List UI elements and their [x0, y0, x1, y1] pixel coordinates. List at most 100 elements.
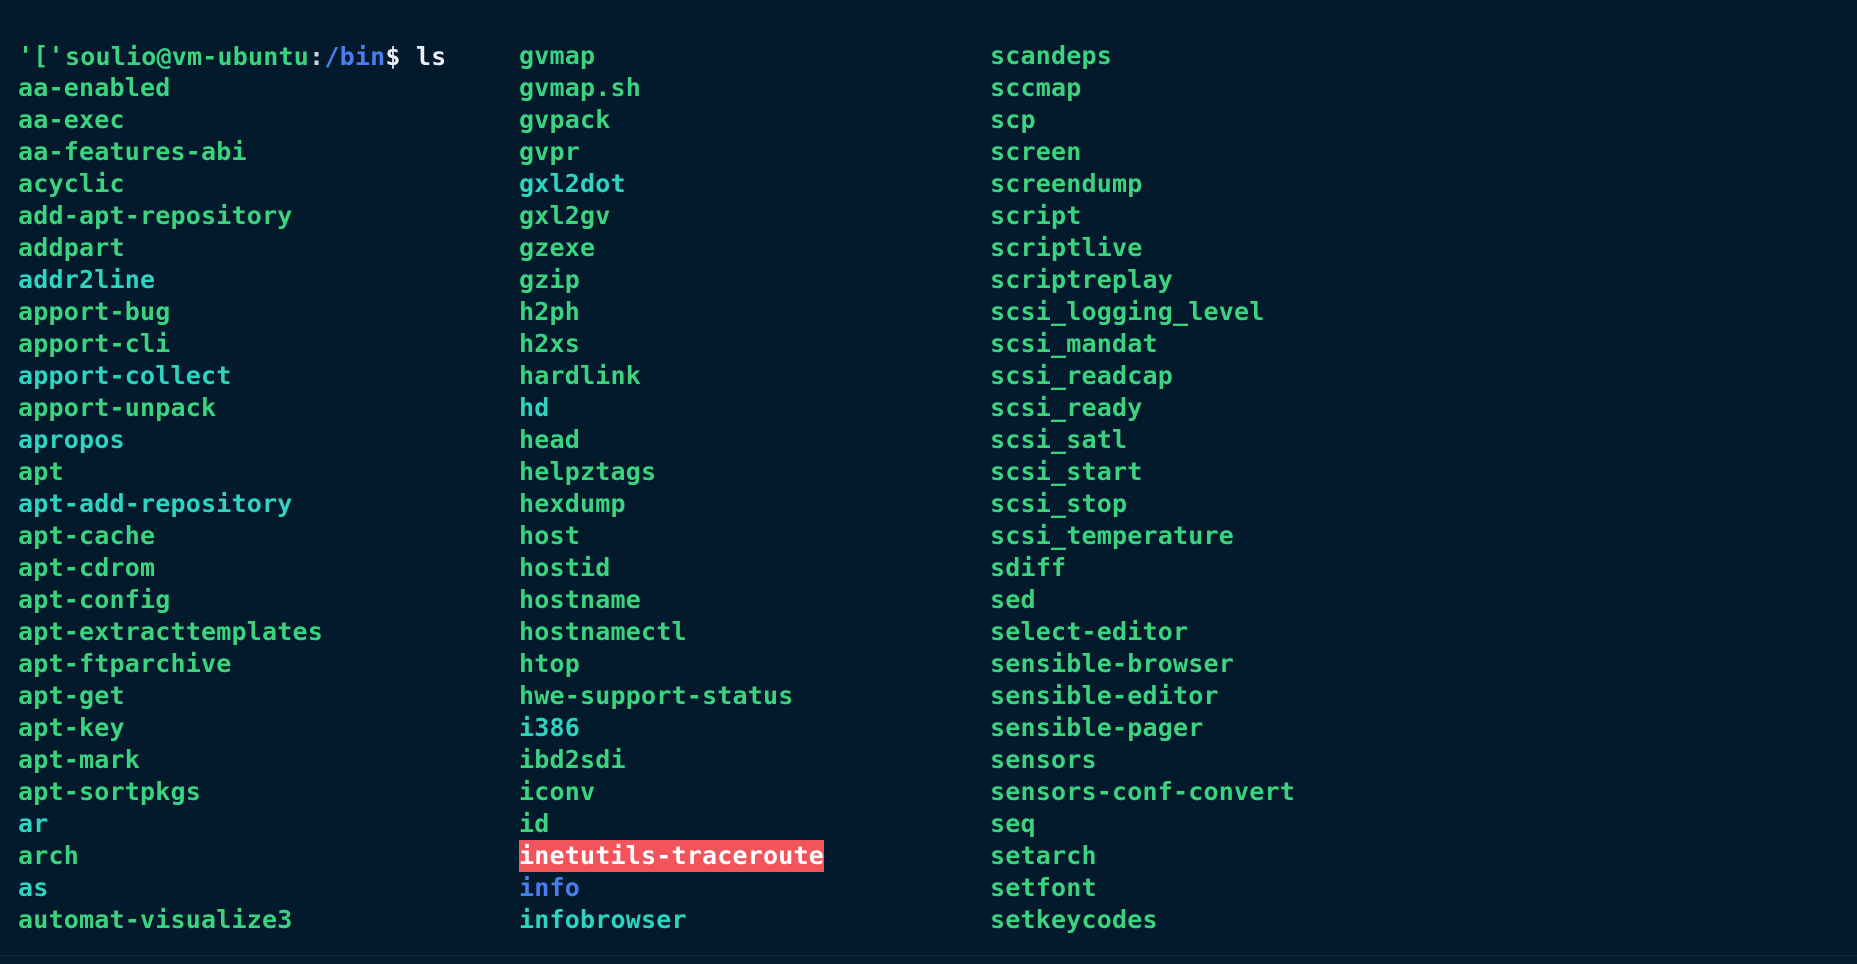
ls-entry-scriptreplay: scriptreplay [990, 265, 1174, 294]
ls-entry-apt-mark: apt-mark [18, 745, 141, 774]
ls-entry-apport-collect: apport-collect [18, 361, 232, 390]
ls-entry-setkeycodes: setkeycodes [990, 905, 1158, 934]
ls-entry-apt: apt [18, 457, 64, 486]
ls-entry-helpztags: helpztags [519, 457, 657, 486]
ls-entry-gxl2gv: gxl2gv [519, 201, 611, 230]
ls-row: add-apt-repository gxl2gv script [0, 200, 1857, 232]
ls-entry-hostname: hostname [519, 585, 642, 614]
ls-entry-info: info [519, 873, 581, 902]
shell-prompt-line: soulio@vm-ubuntu:/bin$ ls [0, 6, 1857, 71]
ls-entry-seq: seq [990, 809, 1036, 838]
ls-entry-sensible-editor: sensible-editor [990, 681, 1219, 710]
ls-entry-aa-features-abi: aa-features-abi [18, 137, 247, 166]
ls-row: apt-key i386 sensible-pager [0, 712, 1857, 744]
ls-entry-head: head [519, 425, 581, 454]
ls-entry-acyclic: acyclic [18, 169, 125, 198]
ls-row: '[' gvmap scandeps [0, 40, 1857, 72]
ls-entry-arch: arch [18, 841, 80, 870]
ls-entry-as: as [18, 873, 49, 902]
ls-row: apt-ftparchive htop sensible-browser [0, 648, 1857, 680]
ls-row: acyclic gxl2dot screendump [0, 168, 1857, 200]
ls-entry-: '[' [18, 41, 64, 70]
ls-entry-gvpr: gvpr [519, 137, 581, 166]
ls-entry-scandeps: scandeps [990, 41, 1113, 70]
ls-entry-h2ph: h2ph [519, 297, 581, 326]
ls-entry-automat-visualize3: automat-visualize3 [18, 905, 293, 934]
ls-entry-gzip: gzip [519, 265, 581, 294]
ls-entry-apropos: apropos [18, 425, 125, 454]
ls-entry-scsi-readcap: scsi_readcap [990, 361, 1174, 390]
ls-row: addr2line gzip scriptreplay [0, 264, 1857, 296]
ls-entry-select-editor: select-editor [990, 617, 1189, 646]
ls-row: ar id seq [0, 808, 1857, 840]
ls-entry-hardlink: hardlink [519, 361, 642, 390]
ls-entry-hd: hd [519, 393, 550, 422]
ls-entry-sensible-pager: sensible-pager [990, 713, 1204, 742]
ls-entry-gvmap: gvmap [519, 41, 596, 70]
ls-entry-id: id [519, 809, 550, 838]
ls-entry-scsi-stop: scsi_stop [990, 489, 1128, 518]
ls-entry-scsi-satl: scsi_satl [990, 425, 1128, 454]
ls-entry-apt-sortpkgs: apt-sortpkgs [18, 777, 202, 806]
ls-row: aa-exec gvpack scp [0, 104, 1857, 136]
ls-entry-apt-config: apt-config [18, 585, 171, 614]
ls-entry-iconv: iconv [519, 777, 596, 806]
ls-entry-screendump: screendump [990, 169, 1143, 198]
ls-row: apt-extracttemplates hostnamectl select-ed… [0, 616, 1857, 648]
ls-entry-inetutils-traceroute: inetutils-traceroute [519, 840, 825, 872]
ls-entry-setfont: setfont [990, 873, 1097, 902]
ls-entry-htop: htop [519, 649, 581, 678]
ls-entry-screen: screen [990, 137, 1082, 166]
ls-entry-apt-add-repository: apt-add-repository [18, 489, 293, 518]
ls-entry-ar: ar [18, 809, 49, 838]
ls-entry-aa-exec: aa-exec [18, 105, 125, 134]
ls-entry-scsi-temperature: scsi_temperature [990, 521, 1235, 550]
ls-row: apt-config hostname sed [0, 584, 1857, 616]
ls-row: apt-mark ibd2sdi sensors [0, 744, 1857, 776]
ls-entry-gzexe: gzexe [519, 233, 596, 262]
ls-entry-script: script [990, 201, 1082, 230]
ls-entry-scp: scp [990, 105, 1036, 134]
ls-entry-addr2line: addr2line [18, 265, 156, 294]
ls-entry-apt-key: apt-key [18, 713, 125, 742]
ls-entry-sccmap: sccmap [990, 73, 1082, 102]
ls-entry-gvmap-sh: gvmap.sh [519, 73, 642, 102]
terminal-window[interactable]: soulio@vm-ubuntu:/bin$ ls '[' gvmap scande… [0, 0, 1857, 964]
ls-entry-scsi-logging-level: scsi_logging_level [990, 297, 1265, 326]
ls-entry-sdiff: sdiff [990, 553, 1067, 582]
ls-entry-hwe-support-status: hwe-support-status [519, 681, 794, 710]
ls-entry-apt-ftparchive: apt-ftparchive [18, 649, 232, 678]
ls-entry-apt-cdrom: apt-cdrom [18, 553, 156, 582]
ls-entry-apport-unpack: apport-unpack [18, 393, 217, 422]
ls-entry-scsi-ready: scsi_ready [990, 393, 1143, 422]
ls-entry-scriptlive: scriptlive [990, 233, 1143, 262]
ls-row: apt-cache host scsi_temperature [0, 520, 1857, 552]
ls-row: apport-cli h2xs scsi_mandat [0, 328, 1857, 360]
ls-row: apt-add-repository hexdump scsi_stop [0, 488, 1857, 520]
ls-entry-apport-bug: apport-bug [18, 297, 171, 326]
ls-row: apport-collect hardlink scsi_readcap [0, 360, 1857, 392]
ls-row: automat-visualize3 infobrowser setkeycodes [0, 904, 1857, 936]
terminal-bottom-edge [0, 955, 1857, 964]
ls-row: arch inetutils-traceroute setarch [0, 840, 1857, 872]
ls-entry-sed: sed [990, 585, 1036, 614]
ls-entry-infobrowser: infobrowser [519, 905, 687, 934]
ls-row: aa-features-abi gvpr screen [0, 136, 1857, 168]
ls-row: addpart gzexe scriptlive [0, 232, 1857, 264]
ls-entry-i386: i386 [519, 713, 581, 742]
ls-entry-host: host [519, 521, 581, 550]
ls-entry-aa-enabled: aa-enabled [18, 73, 171, 102]
ls-entry-hostid: hostid [519, 553, 611, 582]
ls-entry-setarch: setarch [990, 841, 1097, 870]
ls-row: apt-get hwe-support-status sensible-editor [0, 680, 1857, 712]
ls-entry-ibd2sdi: ibd2sdi [519, 745, 626, 774]
ls-row: apropos head scsi_satl [0, 424, 1857, 456]
ls-row: apt helpztags scsi_start [0, 456, 1857, 488]
ls-entry-hostnamectl: hostnamectl [519, 617, 687, 646]
ls-output-listing: '[' gvmap scandeps aa-enabled gvmap.sh sccmap… [0, 40, 1857, 936]
ls-entry-scsi-mandat: scsi_mandat [990, 329, 1158, 358]
ls-entry-addpart: addpart [18, 233, 125, 262]
ls-row: apt-cdrom hostid sdiff [0, 552, 1857, 584]
ls-row: as info setfont [0, 872, 1857, 904]
ls-row: apport-bug h2ph scsi_logging_level [0, 296, 1857, 328]
